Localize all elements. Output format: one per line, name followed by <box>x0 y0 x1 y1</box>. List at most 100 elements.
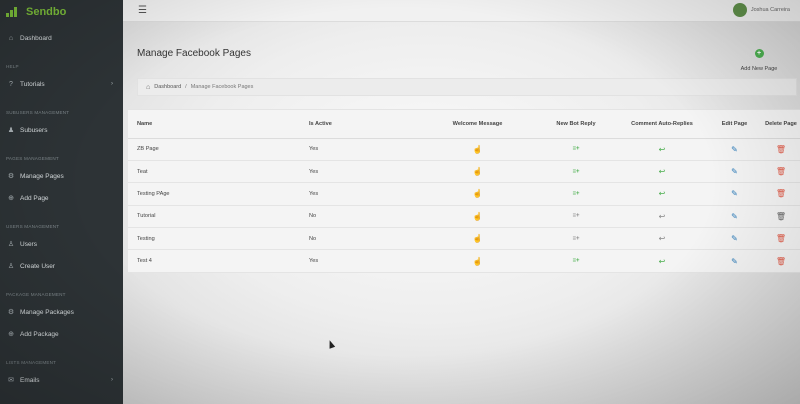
page-active: No <box>300 227 420 251</box>
sidebar-item-add-package[interactable]: ⊕ Add Package <box>0 323 123 345</box>
breadcrumb-separator: / <box>185 84 187 90</box>
reply-icon[interactable]: ↩ <box>659 167 666 176</box>
reply-icon[interactable]: ↩ <box>659 212 666 221</box>
sidebar-item-dashboard[interactable]: ⌂ Dashboard <box>0 27 123 49</box>
hand-pointer-icon[interactable]: ☝ <box>473 257 483 266</box>
page-title: Manage Facebook Pages <box>137 48 251 59</box>
reply-icon[interactable]: ↩ <box>659 257 666 266</box>
page-active: Yes <box>300 249 420 273</box>
page-name: Teat <box>128 160 300 184</box>
pencil-icon[interactable]: ✎ <box>731 257 738 266</box>
help-icon: ? <box>9 80 13 88</box>
sidebar-section-package: PACKAGE MANAGEMENT <box>6 292 66 297</box>
sidebar-item-manage-packages[interactable]: ⚙ Manage Packages <box>0 301 123 323</box>
bot-reply-icon[interactable]: ≡+ <box>572 236 579 242</box>
page-name: Testing <box>128 227 300 251</box>
bot-reply-icon[interactable]: ≡+ <box>572 169 579 175</box>
sidebar-item-subusers[interactable]: ♟ Subusers <box>0 119 123 141</box>
table-row: Tutorial No ☝ ≡+ ↩ ✎ 🗑 <box>128 205 800 229</box>
sidebar-item-label: Manage Packages <box>20 308 74 316</box>
header-welcome-message: Welcome Message <box>420 110 535 139</box>
sidebar-item-label: Dashboard <box>20 34 52 42</box>
sidebar-section-subusers: SUBUSERS MANAGEMENT <box>6 110 70 115</box>
trash-icon[interactable]: 🗑 <box>776 234 786 243</box>
sidebar-item-label: Subusers <box>20 126 48 134</box>
hand-pointer-icon[interactable]: ☝ <box>473 167 483 176</box>
table-row: Testing No ☝ ≡+ ↩ ✎ 🗑 <box>128 227 800 251</box>
pages-table-card: Name Is Active Welcome Message New Bot R… <box>128 109 800 273</box>
page-active: No <box>300 205 420 229</box>
sidebar-section-users: USERS MANAGEMENT <box>6 224 60 229</box>
sidebar-item-label: Emails <box>20 376 40 384</box>
mail-icon: ✉ <box>8 377 14 384</box>
page-name: Tutorial <box>128 205 300 229</box>
reply-icon[interactable]: ↩ <box>659 189 666 198</box>
header-is-active: Is Active <box>300 110 420 139</box>
sidebar-item-manage-pages[interactable]: ⚙ Manage Pages <box>0 165 123 187</box>
page-active: Yes <box>300 138 420 161</box>
hand-pointer-icon[interactable]: ☝ <box>473 234 483 243</box>
brand-name: Sendbo <box>26 6 67 18</box>
chevron-right-icon: › <box>111 377 113 383</box>
chevron-right-icon: › <box>111 81 113 87</box>
trash-icon[interactable]: 🗑 <box>776 212 786 221</box>
header-name: Name <box>128 110 300 139</box>
reply-icon[interactable]: ↩ <box>659 234 666 243</box>
sidebar-item-label: Users <box>20 240 37 248</box>
trash-icon[interactable]: 🗑 <box>776 145 786 154</box>
sidebar-item-emails[interactable]: ✉ Emails › <box>0 369 123 391</box>
sidebar-item-tutorials[interactable]: ? Tutorials › <box>0 73 123 95</box>
bot-reply-icon[interactable]: ≡+ <box>572 191 579 197</box>
user-icon: ♙ <box>7 241 15 248</box>
trash-icon[interactable]: 🗑 <box>776 189 786 198</box>
table-header-row: Name Is Active Welcome Message New Bot R… <box>128 110 800 139</box>
trash-icon[interactable]: 🗑 <box>776 257 786 266</box>
page-active: Yes <box>300 182 420 206</box>
header-edit-page: Edit Page <box>707 110 762 139</box>
pages-table: Name Is Active Welcome Message New Bot R… <box>128 110 800 273</box>
bot-reply-icon[interactable]: ≡+ <box>572 258 579 264</box>
sidebar-item-label: Tutorials <box>20 80 45 88</box>
sidebar-item-users[interactable]: ♙ Users <box>0 233 123 255</box>
main-content: Manage Facebook Pages + Add New Page ⌂ D… <box>123 22 800 404</box>
page-name: ZB Page <box>128 138 300 161</box>
sidebar-item-add-page[interactable]: ⊕ Add Page <box>0 187 123 209</box>
sidebar-item-create-user[interactable]: ♙ Create User <box>0 255 123 277</box>
header-comment-auto-replies: Comment Auto-Replies <box>617 110 707 139</box>
user-plus-icon: ♙ <box>7 263 15 270</box>
hand-pointer-icon[interactable]: ☝ <box>473 189 483 198</box>
page-name: Testing PAge <box>128 182 300 206</box>
sidebar-section-help: HELP <box>6 64 19 69</box>
pencil-icon[interactable]: ✎ <box>731 189 738 198</box>
trash-icon[interactable]: 🗑 <box>776 167 786 176</box>
sidebar-item-label: Create User <box>20 262 56 270</box>
hand-pointer-icon[interactable]: ☝ <box>473 145 483 154</box>
pencil-icon[interactable]: ✎ <box>731 212 738 221</box>
add-icon: ⊕ <box>8 331 14 338</box>
pencil-icon[interactable]: ✎ <box>731 234 738 243</box>
bot-reply-icon[interactable]: ≡+ <box>572 146 579 152</box>
brand-logo[interactable]: Sendbo <box>0 0 123 24</box>
user-menu[interactable]: Joshua Carreira <box>732 3 790 17</box>
breadcrumb: ⌂ Dashboard / Manage Facebook Pages <box>137 78 797 96</box>
breadcrumb-dashboard-link[interactable]: Dashboard <box>154 84 181 90</box>
hand-pointer-icon[interactable]: ☝ <box>473 212 483 221</box>
add-icon: ⊕ <box>8 195 14 202</box>
sidebar-section-lists: LISTS MANAGEMENT <box>6 360 57 365</box>
table-row: Teat Yes ☝ ≡+ ↩ ✎ 🗑 <box>128 160 800 184</box>
pencil-icon[interactable]: ✎ <box>731 145 738 154</box>
add-new-page-button[interactable]: + Add New Page <box>734 42 784 72</box>
reply-icon[interactable]: ↩ <box>659 145 666 154</box>
menu-toggle-icon[interactable]: ☰ <box>138 5 147 16</box>
home-icon: ⌂ <box>8 34 14 42</box>
breadcrumb-current: Manage Facebook Pages <box>190 84 254 90</box>
sidebar: Sendbo ⌂ Dashboard HELP ? Tutorials › SU… <box>0 0 123 404</box>
bot-reply-icon[interactable]: ≡+ <box>572 213 579 219</box>
add-new-page-label: Add New Page <box>740 66 778 72</box>
table-row: Testing PAge Yes ☝ ≡+ ↩ ✎ 🗑 <box>128 182 800 206</box>
gear-icon: ⚙ <box>7 309 15 316</box>
logo-icon <box>6 7 22 17</box>
pencil-icon[interactable]: ✎ <box>731 167 738 176</box>
topbar: ☰ Joshua Carreira <box>123 0 800 22</box>
sidebar-section-pages: PAGES MANAGEMENT <box>6 156 59 161</box>
